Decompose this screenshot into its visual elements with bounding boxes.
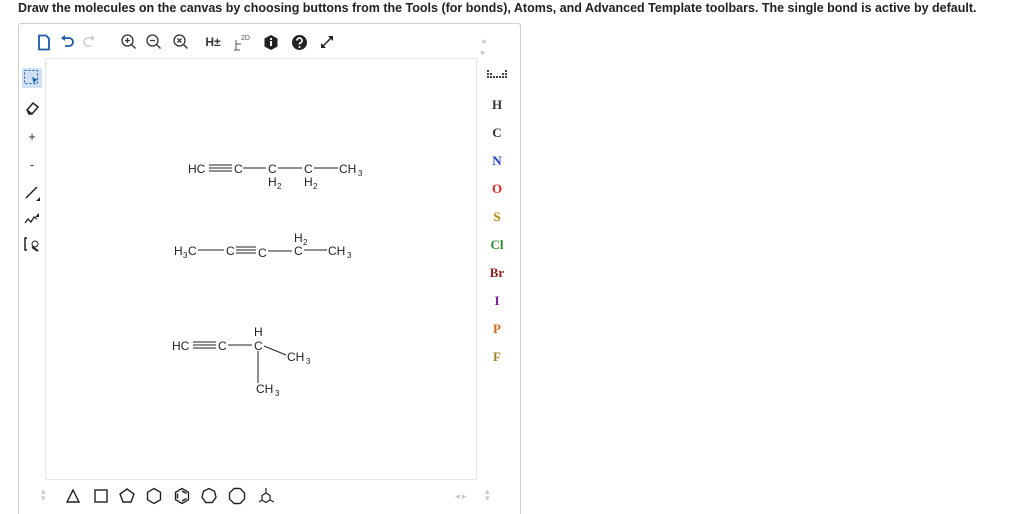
atom-label: HC (172, 339, 190, 353)
atom-label: H (254, 325, 263, 339)
help-icon[interactable] (289, 32, 309, 52)
square-template-icon[interactable] (91, 486, 111, 506)
subscript: 3 (275, 389, 280, 398)
atom-button-h[interactable]: H (485, 94, 509, 116)
left-toolbar: + - (19, 58, 45, 478)
atom-button-i[interactable]: I (485, 290, 509, 312)
subscript: 3 (358, 169, 363, 178)
charge-plus-button[interactable]: + (22, 126, 42, 146)
templates-toolbar: ▴ ▾ ◂ ▸ ▴ ▾ (19, 478, 520, 514)
single-bond-icon[interactable] (22, 182, 42, 202)
atom-label: C (268, 162, 277, 176)
clean-2d-icon[interactable]: 2D (232, 32, 252, 52)
atom-button-n[interactable]: N (485, 150, 509, 172)
scroll-arrows-icon[interactable]: ◂ ▸ (481, 36, 486, 58)
atom-label: C (218, 339, 227, 353)
drawing-canvas[interactable]: HC C C H 2 C H 2 CH 3 H 3 C C C H 2 C CH… (45, 58, 477, 480)
heptagon-template-icon[interactable] (199, 486, 219, 506)
fullscreen-icon[interactable] (317, 32, 337, 52)
atom-button-c[interactable]: C (485, 122, 509, 144)
atom-label: C (254, 339, 263, 353)
atom-label: HC (188, 162, 206, 176)
atom-label: C (258, 246, 267, 260)
zoom-out-icon[interactable] (144, 32, 164, 52)
triangle-template-icon[interactable] (63, 486, 83, 506)
chain-tool-icon[interactable] (22, 208, 42, 228)
bracket-sgroup-icon[interactable] (22, 234, 42, 254)
molecule-1[interactable]: HC C C H 2 C H 2 CH 3 (188, 162, 363, 191)
top-toolbar: H± 2D ◂ ▸ (19, 24, 486, 58)
atom-button-s[interactable]: S (485, 206, 509, 228)
atom-label: C (226, 244, 235, 258)
periodic-table-icon[interactable] (487, 68, 507, 87)
redo-icon[interactable] (79, 32, 99, 52)
scroll-arrows-icon[interactable]: ▴ ▾ (485, 487, 490, 503)
pentagon-template-icon[interactable] (117, 486, 137, 506)
atom-label: C (234, 162, 243, 176)
atom-label: C (294, 244, 303, 258)
subscript: 3 (347, 251, 352, 260)
add-hydrogens-icon[interactable]: H± (202, 32, 224, 52)
undo-icon[interactable] (57, 32, 77, 52)
subscript: 2 (303, 238, 308, 247)
atoms-toolbar: H C N O S Cl Br I P F (475, 58, 519, 478)
zoom-in-icon[interactable] (119, 32, 139, 52)
atom-label: CH (256, 382, 273, 396)
atom-label: C (304, 162, 313, 176)
eraser-icon[interactable] (22, 98, 42, 118)
scroll-arrows-icon[interactable]: ◂ ▸ (455, 491, 467, 502)
hexagon-template-icon[interactable] (144, 486, 164, 506)
atom-label: H (268, 175, 277, 189)
atom-label: CH (287, 350, 304, 364)
atom-label: C (188, 244, 197, 258)
charge-minus-button[interactable]: - (22, 154, 42, 174)
subscript: 2 (313, 182, 318, 191)
atom-button-br[interactable]: Br (485, 262, 509, 284)
octagon-template-icon[interactable] (227, 486, 247, 506)
custom-template-icon[interactable] (257, 486, 277, 506)
atom-label: H (174, 244, 183, 258)
select-tool-icon[interactable] (22, 68, 42, 88)
atom-button-o[interactable]: O (485, 178, 509, 200)
atom-label: H (294, 231, 303, 245)
molecule-2[interactable]: H 3 C C C H 2 C CH 3 (174, 231, 352, 260)
atom-button-p[interactable]: P (485, 318, 509, 340)
molecule-3[interactable]: HC C H C CH 3 CH 3 (172, 325, 311, 398)
info-icon[interactable] (261, 32, 281, 52)
new-document-icon[interactable] (34, 32, 54, 52)
instruction-text: Draw the molecules on the canvas by choo… (18, 1, 977, 15)
molecule-editor: H± 2D ◂ ▸ + - HC C C H 2 C H 2 CH 3 H 3 … (18, 23, 521, 514)
atom-label: CH (339, 162, 356, 176)
zoom-reset-icon[interactable] (171, 32, 191, 52)
bond (263, 345, 287, 356)
benzene-template-icon[interactable] (172, 486, 192, 506)
subscript: 2 (277, 182, 282, 191)
clean-2d-label: 2D (241, 35, 250, 42)
subscript: 3 (306, 357, 311, 366)
atom-label: H (304, 175, 313, 189)
scroll-arrows-icon[interactable]: ▴ ▾ (41, 487, 46, 503)
molecules-svg: HC C C H 2 C H 2 CH 3 H 3 C C C H 2 C CH… (172, 162, 363, 398)
atom-button-cl[interactable]: Cl (485, 234, 509, 256)
atom-label: CH (328, 244, 345, 258)
atom-button-f[interactable]: F (485, 346, 509, 368)
